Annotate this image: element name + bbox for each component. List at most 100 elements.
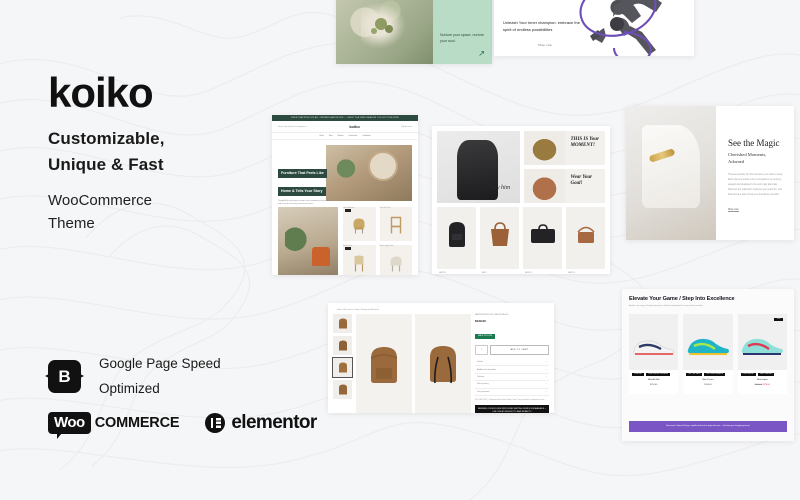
product-card[interactable]: -25% LIGHTWEIGHT NEW TRAINING Nike Impac… [737,314,787,394]
announcement-text: FREE SHIPPING ON ALL ORDERS ABOVE $99 — … [291,117,399,119]
page-subtitle: WooCommerce Theme [48,189,152,236]
promo-banner: REMINDER: OUR EXCLUSIVE FIRST-ORDER SHIP… [475,404,549,413]
product-name: Nike Impact [756,379,768,382]
product-card[interactable]: Nova Lounge Chair [379,245,412,275]
product-front-photo[interactable] [356,314,412,413]
magic-title: See the Magic [728,138,780,148]
sneaker-product-grid: COMFORT LIGHTWEIGHT RUNNING Nike Air Max… [629,314,787,394]
product-tag: LIGHTWEIGHT [740,373,757,377]
technology-logos: Woo COMMERCE elementor [48,412,317,439]
product-card[interactable]: BEST Tan Shopper Tote [480,207,519,274]
thumbnail[interactable] [333,336,352,355]
woocommerce-wordmark: COMMERCE [94,415,180,431]
thumbnail[interactable] [333,314,352,333]
product-tags: LIGHTWEIGHT NEW TRAINING [738,370,787,377]
accordion-item[interactable]: Delivery ⌄ [475,374,549,382]
accordion-item[interactable]: Additional information ⌄ [475,366,549,374]
product-old-price: $238.00 [754,383,763,386]
product-tag: COMFORT [632,373,645,377]
tan-bag-photo [524,169,565,203]
accordion-label: Return policy [477,383,489,386]
arrow-up-right-icon[interactable]: ↗ [478,49,485,58]
accordion-item[interactable]: Tax provisions ⌄ [475,389,549,396]
product-card[interactable]: Oslo Oak Chair [379,207,412,241]
accordion-item[interactable]: Return policy ⌄ [475,381,549,389]
thumbnail[interactable] [333,380,352,399]
champion-card[interactable]: Unleash Your Inner champion: embrace the… [494,0,694,56]
olive-backpack-photo [524,131,565,165]
see-the-magic-card[interactable]: See the Magic Cherished Moments, Adorned… [626,106,794,240]
nav-item-4[interactable]: Lookbook [362,135,370,137]
furniture-homepage-mockup[interactable]: FREE SHIPPING ON ALL ORDERS ABOVE $99 — … [272,115,418,275]
site-header: Search for products, categories... koiko… [272,121,418,133]
moment-tile[interactable]: THIS IS Your MOMENT! [524,131,605,165]
product-card[interactable]: NEW IN Kuro Backpack [437,207,476,274]
bags-grid-mockup[interactable]: try him THIS IS Your MOMENT! Wear Your G… [432,126,610,274]
product-detail-mockup[interactable]: Home / Accessories / Bags / Waterproof B… [328,303,554,413]
product-card[interactable]: Lenna Armchair [343,207,376,241]
accordion-item[interactable]: Details ⌄ [475,359,549,367]
accordion-label: Tax provisions [477,390,490,393]
backpack-thumb-icon [338,384,347,394]
product-card[interactable]: NEW IN Camel Crossbody [566,207,605,274]
product-card[interactable]: NEW IN Onyx Brief Case [523,207,562,274]
nav-item-1[interactable]: New [329,135,333,137]
thumbnail-strip [332,314,353,413]
header-search-placeholder[interactable]: Search for products, categories... [278,126,307,128]
magic-subtitle: Cherished Moments, Adorned [728,152,784,166]
product-back-photo[interactable] [415,314,471,413]
product-card[interactable]: COMFORT LIGHTWEIGHT RUNNING Nike Air Max… [629,314,679,394]
jewelry-model-photo [626,106,716,240]
brand-logo-text: koiko [48,69,154,116]
product-sku: NEW IN [439,272,446,274]
lounge-chair-icon [390,256,402,272]
quantity-stepper[interactable]: 1 [475,345,488,355]
magic-shop-link[interactable]: Shop now [728,208,739,213]
product-price: $184.00 [704,383,712,386]
google-page-speed-feature: B Google Page Speed Optimized [48,352,221,402]
chevron-down-icon: ⌄ [545,390,547,393]
camel-crossbody-icon [576,227,595,244]
thumbnail-selected[interactable] [332,357,353,378]
product-name: Nova Lounge Chair [379,246,394,247]
cane-chair-icon [354,255,364,272]
olive-branch-photo [336,0,433,64]
product-card[interactable]: OFF THE PACE PRO PERFORMANCE Nike Presto… [683,314,733,394]
elementor-wordmark: elementor [231,412,317,433]
hero-title-line-1: Furniture That Feels Like [278,169,327,179]
black-backpack-icon [448,222,465,248]
chevron-down-icon: ⌄ [545,368,547,371]
product-meta-note: SKU: BKP-0147 | Categories: Accessories,… [475,398,545,401]
olive-nurture-card[interactable]: Nurture your space, nurture your soul. ↗ [336,0,492,64]
nav-item-3[interactable]: Inspiration [349,135,358,137]
product-price-sale: $238.00 $178.00 [738,384,787,386]
add-to-cart-button[interactable]: ADD TO CART [490,345,549,355]
site-logo[interactable]: koiko [349,124,359,129]
nike-air-max-icon [633,340,675,356]
sneaker-photo [683,314,733,370]
lower-section: Lenna Armchair Oslo Oak Chair Marlow Cha… [278,207,412,275]
chair-product-grid: Lenna Armchair Oslo Oak Chair Marlow Cha… [343,207,412,275]
moment-text: THIS IS Your MOMENT! [570,137,600,148]
header-account-link[interactable]: My Account [402,126,412,128]
product-tag: LIGHTWEIGHT RUNNING [646,373,670,377]
woocommerce-badge-icon: Woo [48,412,91,439]
main-nav: Shop New Rooms Inspiration Lookbook [272,133,418,140]
nav-item-2[interactable]: Rooms [338,135,344,137]
champion-shop-link[interactable]: Shop now [538,44,552,47]
accordion-label: Details [477,361,484,364]
sneaker-section-subtitle: Explore our range of high-performance fo… [629,305,704,307]
sneaker-store-mockup[interactable]: Elevate Your Game / Step Into Excellence… [622,289,794,441]
bags-hero-row: try him THIS IS Your MOMENT! Wear Your G… [437,131,605,203]
goal-tile[interactable]: Wear Your Goal! [524,169,605,203]
chevron-down-icon: ⌄ [545,383,547,386]
sale-badge-icon [345,209,351,212]
accordion-label: Additional information [477,368,497,371]
backpack-thumb-icon [338,340,347,350]
sale-badge: SALE 25% OFF [475,333,496,339]
product-name: Nike Air Max [647,379,660,382]
product-card[interactable]: Marlow Chair [343,245,376,275]
nav-item-0[interactable]: Shop [319,135,323,137]
moment-caption: THIS IS Your MOMENT! [564,131,605,165]
sneaker-section-title: Elevate Your Game / Step Into Excellence [629,296,735,302]
